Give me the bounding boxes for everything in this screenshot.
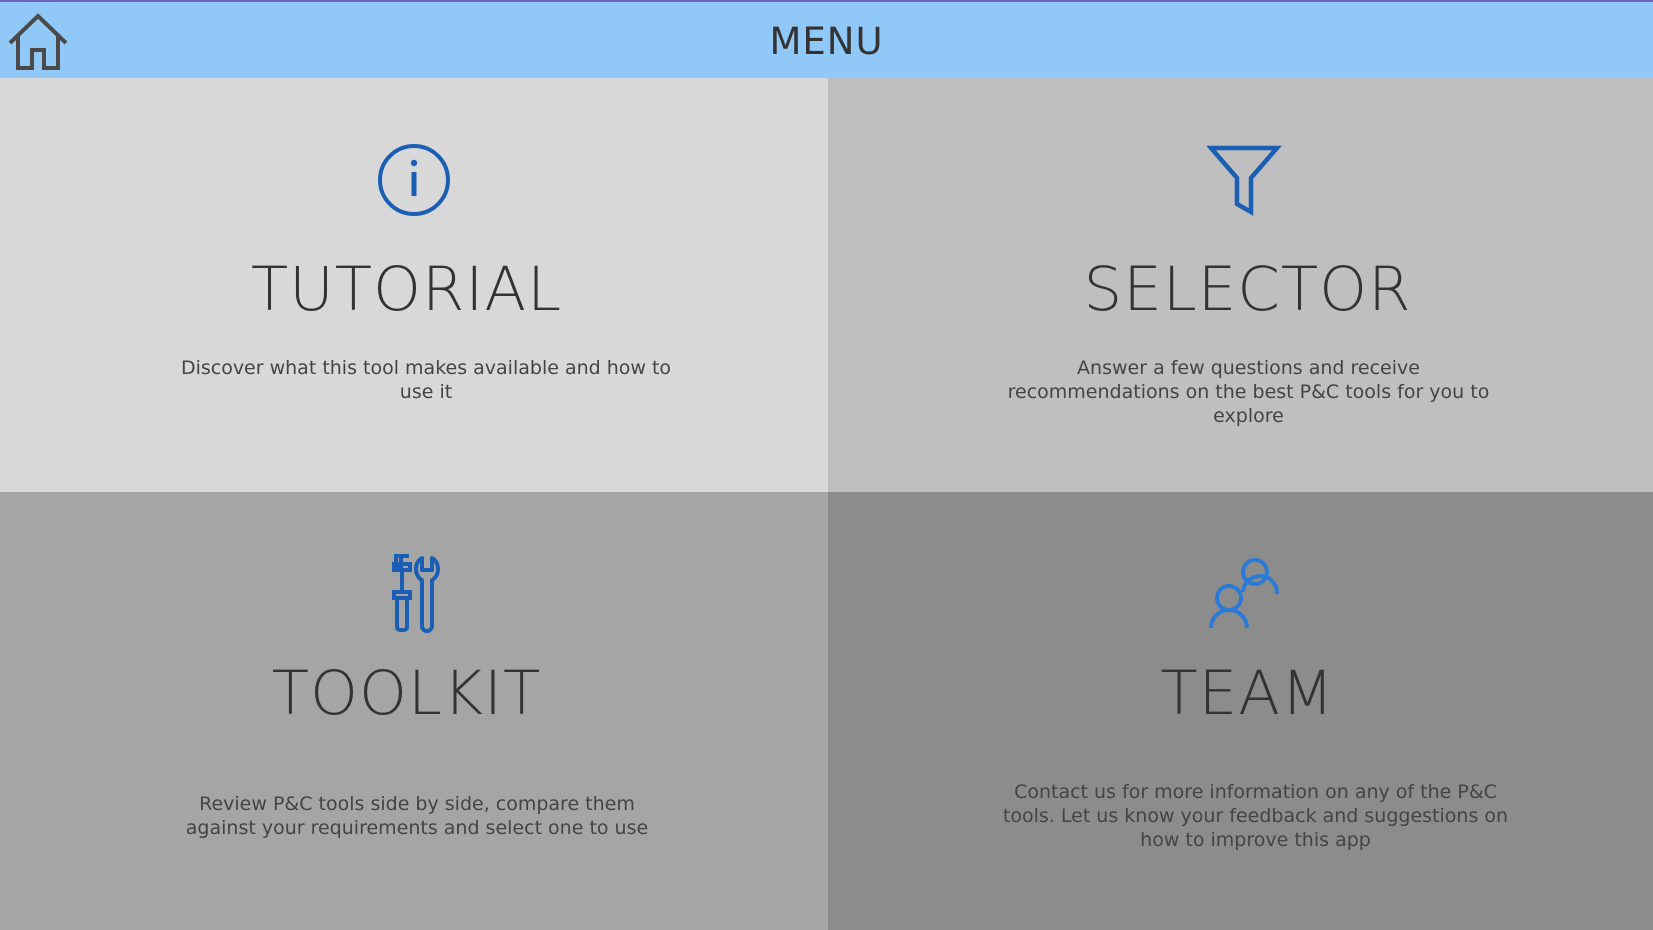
tile-title: TUTORIAL [250, 254, 563, 325]
tile-description: Review P&C tools side by side, compare t… [185, 793, 649, 839]
tile-title: TEAM [1160, 658, 1335, 729]
tile-description: Answer a few questions and receive recom… [1007, 357, 1490, 427]
tile-title: TOOLKIT [271, 658, 542, 729]
tile-team[interactable]: TEAM Contact us for more information on … [828, 492, 1653, 930]
tools-icon [392, 554, 440, 633]
filter-icon [1206, 145, 1282, 216]
tile-description: Contact us for more information on any o… [1002, 781, 1509, 851]
tile-description: Discover what this tool makes available … [180, 357, 672, 403]
tile-tutorial[interactable]: TUTORIAL Discover what this tool makes a… [0, 78, 828, 492]
people-icon [1208, 558, 1279, 629]
info-circle-icon [378, 144, 450, 216]
tile-toolkit[interactable]: TOOLKIT Review P&C tools side by side, c… [0, 492, 828, 930]
tile-selector[interactable]: SELECTOR Answer a few questions and rece… [828, 78, 1653, 492]
page-title: MENU [769, 20, 884, 63]
menu-header: MENU [0, 0, 1653, 78]
tile-title: SELECTOR [1083, 254, 1412, 325]
